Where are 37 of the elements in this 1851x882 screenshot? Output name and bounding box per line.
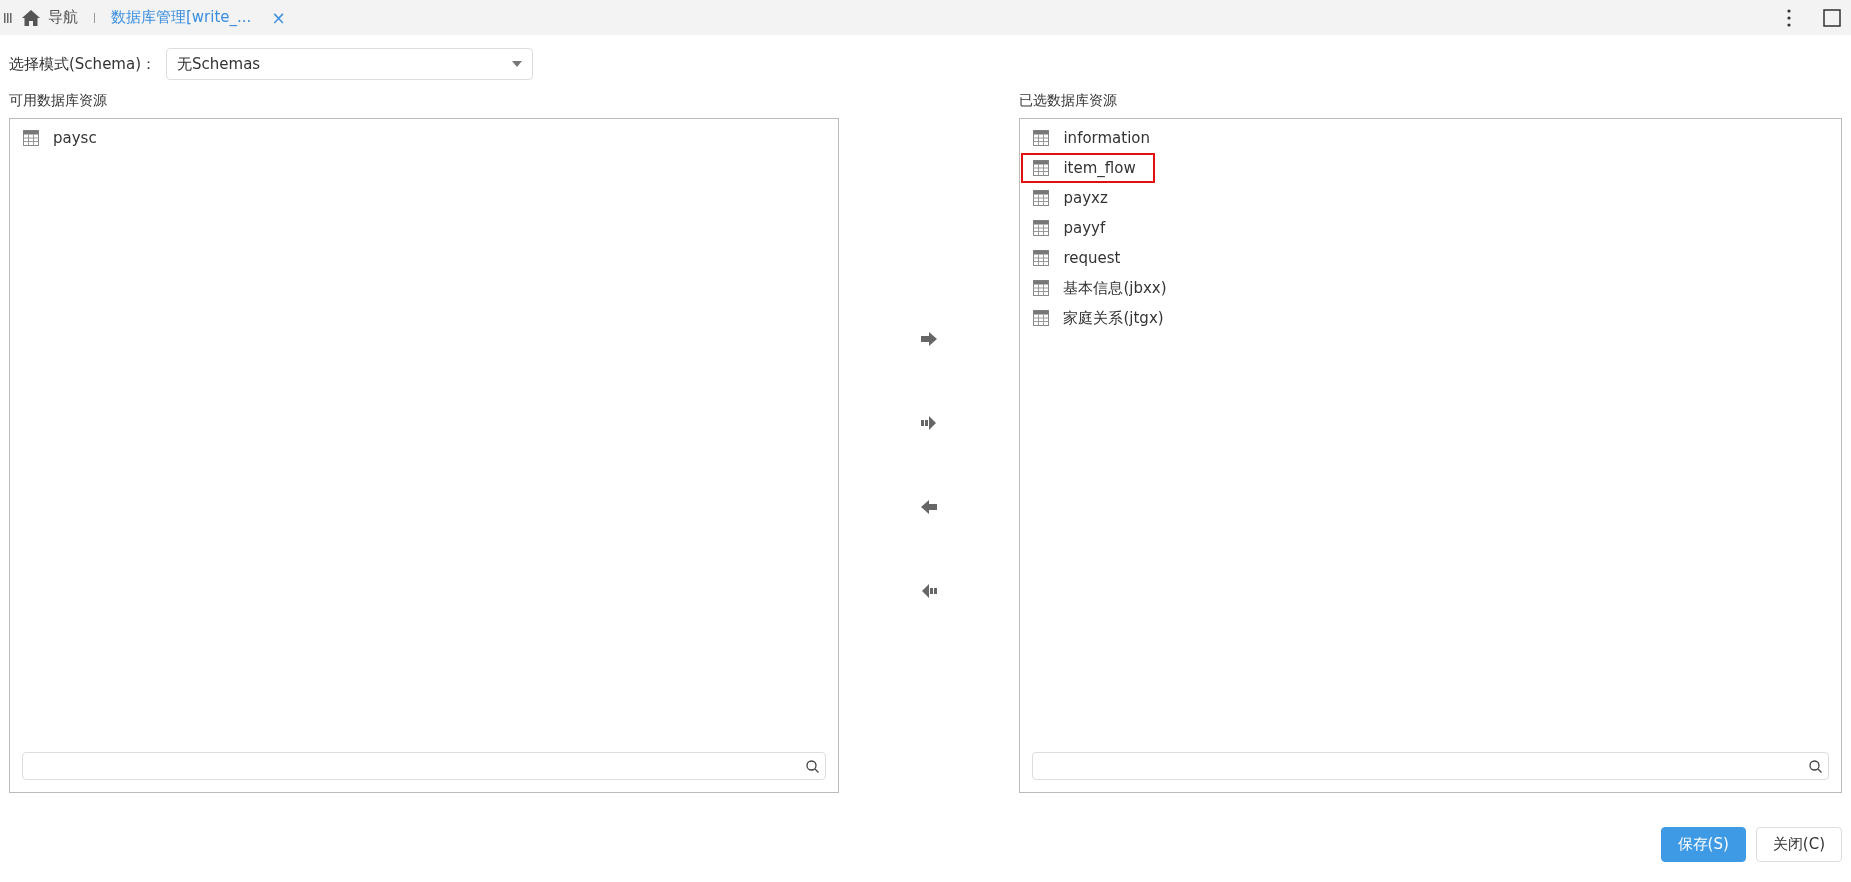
table-list-item[interactable]: 家庭关系(jtgx) [1021, 303, 1176, 333]
table-list-item[interactable]: payyf [1021, 213, 1156, 243]
table-icon [1033, 220, 1050, 236]
table-icon [1033, 310, 1050, 326]
table-list-item[interactable]: 基本信息(jbxx) [1021, 273, 1179, 303]
more-options-icon[interactable] [1787, 8, 1791, 27]
table-icon [23, 130, 39, 146]
table-icon [1033, 130, 1050, 146]
list-title: 可用数据库资源 [9, 92, 108, 110]
tab[interactable]: 导航 [22, 8, 78, 27]
table-list-item[interactable]: payxz [1021, 183, 1156, 213]
table-list-item[interactable]: paysc [11, 123, 145, 153]
grip-icon [4, 12, 12, 23]
table-list-item[interactable]: item_flow [1021, 153, 1156, 183]
caret-icon [512, 61, 522, 67]
search-icon [1809, 759, 1822, 773]
search-field[interactable] [1032, 752, 1829, 780]
table-icon [1033, 250, 1050, 266]
home-icon [22, 9, 40, 26]
search-icon [805, 759, 819, 773]
arrow-icon[interactable] [920, 331, 938, 347]
search-field[interactable] [22, 752, 826, 780]
table-icon [1033, 160, 1050, 176]
double-arrow-icon[interactable] [920, 415, 938, 431]
table-list-item[interactable]: request [1021, 243, 1156, 273]
schema-dropdown[interactable]: 无Schemas [166, 48, 533, 80]
double-arrow-icon[interactable] [920, 583, 938, 599]
schema-label: 选择模式(Schema)： [9, 54, 156, 74]
table-icon [1033, 280, 1050, 296]
maximize-icon[interactable] [1823, 8, 1841, 27]
list-title: 已选数据库资源 [1019, 92, 1119, 110]
table-icon [1033, 190, 1050, 206]
close-button[interactable]: 关闭(C) [1755, 827, 1842, 862]
table-list-item[interactable]: information [1021, 123, 1163, 153]
tab-label: 导航 [48, 8, 78, 27]
tab-label: 数据库管理[write_... [111, 8, 252, 27]
arrow-icon[interactable] [920, 499, 938, 515]
